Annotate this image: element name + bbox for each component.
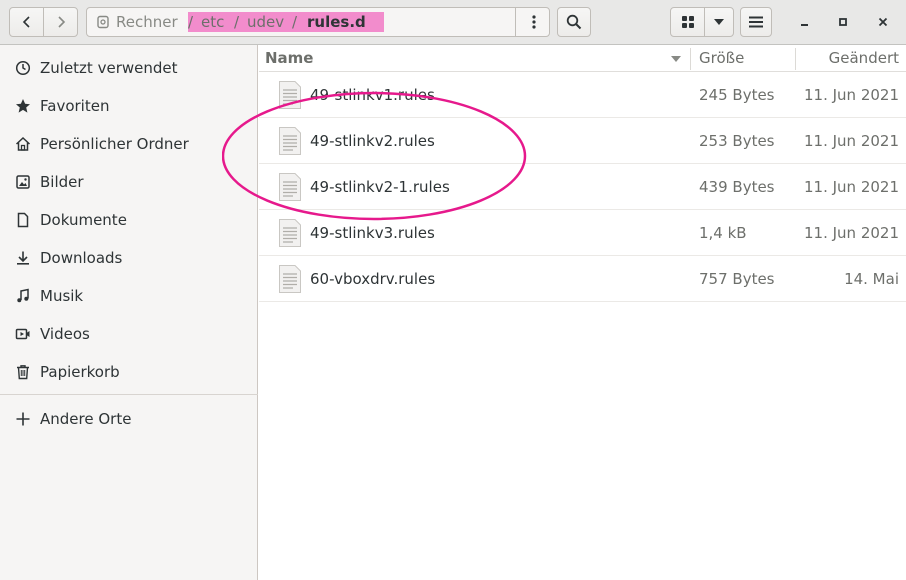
text-file-icon [279, 127, 301, 155]
path-segment-etc[interactable]: etc [201, 8, 224, 36]
maximize-button[interactable] [833, 12, 853, 32]
forward-button[interactable] [43, 7, 78, 37]
file-name: 49-stlinkv3.rules [310, 224, 435, 242]
sidebar-item-label: Bilder [40, 173, 84, 191]
sidebar-divider [0, 394, 258, 395]
main-menu-button[interactable] [740, 7, 772, 37]
file-size: 253 Bytes [699, 132, 775, 150]
file-size: 245 Bytes [699, 86, 775, 104]
file-name: 60-vboxdrv.rules [310, 270, 436, 288]
search-icon [566, 14, 582, 30]
sidebar-item-label: Videos [40, 325, 90, 343]
sidebar-item-label: Downloads [40, 249, 123, 267]
sidebar-item-pictures[interactable]: Bilder [0, 164, 258, 200]
sidebar-item-trash[interactable]: Papierkorb [0, 354, 258, 390]
file-name: 49-stlinkv1.rules [310, 86, 435, 104]
navigation-buttons [9, 7, 78, 37]
file-size: 757 Bytes [699, 270, 775, 288]
search-button[interactable] [557, 7, 591, 37]
clock-icon [14, 59, 32, 77]
view-buttons [670, 7, 734, 37]
file-size: 1,4 kB [699, 224, 747, 242]
trash-icon [14, 363, 32, 381]
close-button[interactable] [873, 12, 893, 32]
chevron-left-icon [22, 16, 30, 28]
file-modified: 11. Jun 2021 [803, 132, 899, 150]
header-bar: Rechner / etc / udev / rules.d [0, 0, 906, 45]
file-row[interactable]: 49-stlinkv2-1.rules 439 Bytes 11. Jun 20… [259, 164, 906, 210]
path-root-label: Rechner [116, 13, 178, 31]
plus-icon [14, 410, 32, 428]
view-options-button[interactable] [704, 7, 734, 37]
sidebar-item-videos[interactable]: Videos [0, 316, 258, 352]
minimize-icon [801, 24, 808, 26]
path-separator: / [292, 13, 298, 31]
file-modified: 14. Mai [844, 270, 899, 288]
text-file-icon [279, 265, 301, 293]
file-row[interactable]: 60-vboxdrv.rules 757 Bytes 14. Mai [259, 256, 906, 302]
document-icon [14, 211, 32, 229]
sidebar-item-music[interactable]: Musik [0, 278, 258, 314]
vertical-dots-icon [531, 15, 536, 29]
grid-view-button[interactable] [670, 7, 705, 37]
sidebar-item-documents[interactable]: Dokumente [0, 202, 258, 238]
drive-icon [97, 15, 109, 29]
text-file-icon [279, 173, 301, 201]
sidebar-item-label: Dokumente [40, 211, 127, 229]
sidebar-item-label: Andere Orte [40, 410, 132, 428]
sidebar-item-favorites[interactable]: Favoriten [0, 88, 258, 124]
file-row[interactable]: 49-stlinkv1.rules 245 Bytes 11. Jun 2021 [259, 72, 906, 118]
image-icon [14, 173, 32, 191]
music-icon [14, 287, 32, 305]
sidebar: Zuletzt verwendet Favoriten Persönlicher… [0, 45, 258, 580]
sidebar-item-label: Papierkorb [40, 363, 120, 381]
sidebar-item-home[interactable]: Persönlicher Ordner [0, 126, 258, 162]
sidebar-item-recent[interactable]: Zuletzt verwendet [0, 50, 258, 86]
file-row[interactable]: 49-stlinkv3.rules 1,4 kB 11. Jun 2021 [259, 210, 906, 256]
column-header-bar: Name Größe Geändert [259, 45, 906, 72]
sidebar-item-label: Favoriten [40, 97, 110, 115]
download-icon [14, 249, 32, 267]
sidebar-item-label: Persönlicher Ordner [40, 135, 189, 153]
hamburger-icon [749, 16, 763, 28]
file-modified: 11. Jun 2021 [803, 86, 899, 104]
sidebar-item-downloads[interactable]: Downloads [0, 240, 258, 276]
chevron-right-icon [57, 16, 65, 28]
minimize-button[interactable] [795, 12, 815, 32]
path-bar: Rechner / etc / udev / rules.d [86, 7, 550, 37]
path-segment-udev[interactable]: udev [247, 8, 284, 36]
file-modified: 11. Jun 2021 [803, 178, 899, 196]
sidebar-item-label: Musik [40, 287, 84, 305]
grid-view-icon [681, 16, 694, 28]
sidebar-item-label: Zuletzt verwendet [40, 59, 178, 77]
path-root-button[interactable]: Rechner [87, 8, 178, 36]
file-size: 439 Bytes [699, 178, 775, 196]
path-menu-button[interactable] [515, 7, 551, 37]
triangle-down-icon [714, 19, 724, 25]
text-file-icon [279, 81, 301, 109]
path-separator: / [234, 13, 240, 31]
back-button[interactable] [9, 7, 44, 37]
column-divider [795, 48, 796, 70]
path-separator: / [188, 13, 194, 31]
column-header-name[interactable]: Name [265, 45, 313, 72]
column-header-modified[interactable]: Geändert [829, 45, 899, 72]
star-icon [14, 97, 32, 115]
home-icon [14, 135, 32, 153]
file-row[interactable]: 49-stlinkv2.rules 253 Bytes 11. Jun 2021 [259, 118, 906, 164]
file-name: 49-stlinkv2.rules [310, 132, 435, 150]
sidebar-item-other-places[interactable]: Andere Orte [0, 401, 258, 437]
video-icon [14, 325, 32, 343]
column-header-size[interactable]: Größe [699, 45, 744, 72]
sort-descending-icon [671, 56, 681, 62]
file-name: 49-stlinkv2-1.rules [310, 178, 450, 196]
text-file-icon [279, 219, 301, 247]
close-icon [878, 17, 888, 27]
column-divider [690, 48, 691, 70]
maximize-icon [839, 18, 847, 26]
path-segment-current[interactable]: rules.d [307, 8, 366, 36]
file-modified: 11. Jun 2021 [803, 224, 899, 242]
file-list: Name Größe Geändert 49-stlinkv1.rules 24… [259, 45, 906, 580]
